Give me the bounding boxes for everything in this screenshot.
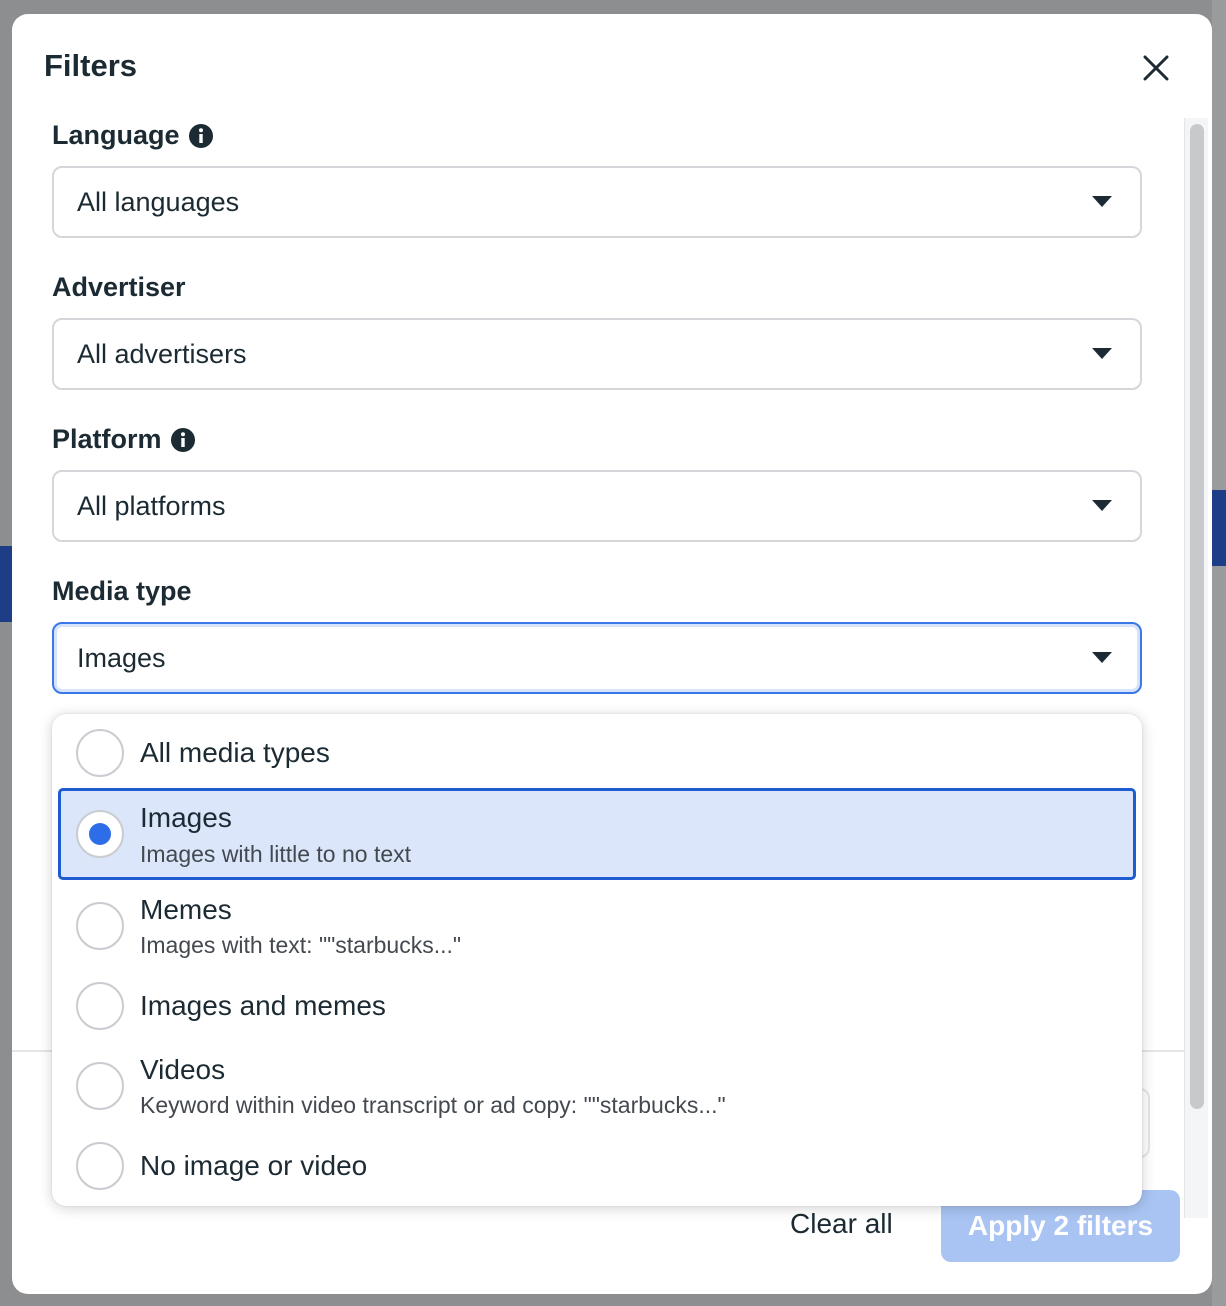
language-label-text: Language [52, 120, 180, 150]
menu-option-memes[interactable]: Memes Images with text: ""starbucks..." [52, 882, 1142, 966]
background-accent-left [0, 546, 12, 622]
platform-select-value: All platforms [77, 490, 226, 521]
radio-button[interactable] [76, 729, 124, 777]
option-title: All media types [140, 737, 330, 768]
platform-label-text: Platform [52, 424, 162, 454]
advertiser-select[interactable]: All advertisers [52, 318, 1142, 390]
language-select[interactable]: All languages [52, 166, 1142, 238]
clear-all-button[interactable]: Clear all [790, 1208, 893, 1240]
media-type-label: Media type [52, 576, 192, 607]
media-type-menu: All media types Images Images with littl… [52, 714, 1142, 1206]
background-accent [1212, 490, 1226, 566]
media-type-select[interactable]: Images [52, 622, 1142, 694]
menu-option-videos[interactable]: Videos Keyword within video transcript o… [52, 1044, 1142, 1130]
language-select-value: All languages [77, 186, 240, 217]
scrollbar-thumb[interactable] [1190, 124, 1204, 1109]
radio-button-selected[interactable] [76, 810, 124, 858]
menu-option-no-image-or-video[interactable]: No image or video [52, 1132, 1142, 1204]
option-title: Videos [140, 1054, 226, 1085]
option-title: Memes [140, 894, 232, 925]
media-type-select-value: Images [77, 642, 166, 673]
option-subtitle: Images with text: ""starbucks..." [140, 932, 462, 958]
option-title: No image or video [140, 1150, 368, 1181]
option-subtitle: Keyword within video transcript or ad co… [140, 1092, 726, 1118]
close-button[interactable] [1136, 48, 1176, 88]
advertiser-label: Advertiser [52, 272, 186, 303]
background-page [1212, 0, 1226, 1306]
language-label: Language [52, 120, 214, 151]
radio-button[interactable] [76, 1142, 124, 1190]
menu-option-all-media-types[interactable]: All media types [52, 714, 1142, 790]
caret-down-icon [1092, 348, 1112, 359]
advertiser-label-text: Advertiser [52, 272, 186, 302]
caret-down-icon [1092, 652, 1112, 663]
close-icon [1143, 55, 1169, 81]
media-type-label-text: Media type [52, 576, 192, 606]
platform-select[interactable]: All platforms [52, 470, 1142, 542]
option-title: Images [140, 802, 232, 833]
radio-button[interactable] [76, 902, 124, 950]
menu-option-images[interactable]: Images Images with little to no text [58, 788, 1136, 880]
advertiser-select-value: All advertisers [77, 338, 247, 369]
caret-down-icon [1092, 196, 1112, 207]
radio-button[interactable] [76, 1062, 124, 1110]
modal-title: Filters [44, 48, 138, 83]
option-title: Images and memes [140, 990, 386, 1021]
caret-down-icon [1092, 500, 1112, 511]
option-subtitle: Images with little to no text [140, 841, 412, 867]
menu-option-images-and-memes[interactable]: Images and memes [52, 970, 1142, 1042]
platform-label: Platform [52, 424, 196, 455]
info-icon[interactable] [170, 427, 196, 453]
radio-button[interactable] [76, 982, 124, 1030]
info-icon[interactable] [188, 123, 214, 149]
